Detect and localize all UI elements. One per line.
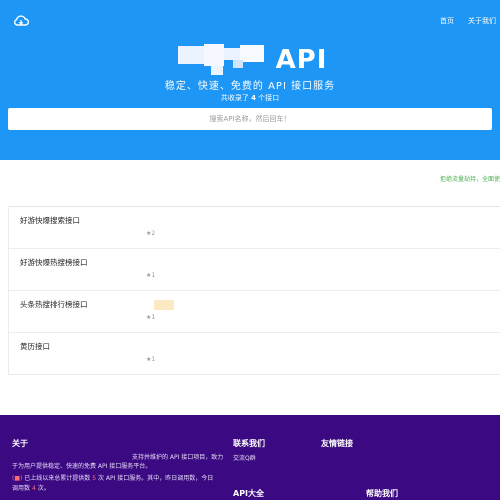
api-item-toutiao-hot[interactable]: 头条热搜排行榜接口 ★1 (9, 291, 500, 333)
api-item-almanac[interactable]: 黄历接口 ★1 (9, 333, 500, 375)
footer-qq-group-link[interactable]: 交流Q群 (233, 453, 256, 462)
brand-text: API (275, 45, 328, 75)
api-list: 好游快爆搜索接口 ★2 好游快爆热搜榜接口 ★1 头条热搜排行榜接口 ★1 黄历… (8, 206, 500, 375)
footer-friends-title: 友情链接 (321, 439, 353, 448)
api-item-stars: ★1 (146, 272, 156, 279)
stats-tag: (■) (12, 475, 23, 482)
top-nav: 首页 关于我们 (440, 16, 500, 26)
brand: API (0, 44, 500, 76)
highlight-mark (154, 300, 174, 310)
footer-help-title: 帮助我们 (366, 489, 398, 498)
api-count: 共收录了 4 个接口 (220, 94, 280, 102)
footer-stats: (■) 已上线以来总累计提供数 5 次 API 接口服务。其中，昨日调用数，今日… (12, 475, 214, 492)
api-item-stars: ★1 (146, 314, 156, 321)
api-item-stars: ★1 (146, 356, 156, 363)
footer-contact-title: 联系我们 (233, 439, 265, 448)
api-item-haoyou-search[interactable]: 好游快爆搜索接口 ★2 (9, 207, 500, 249)
api-item-stars: ★2 (146, 230, 156, 237)
api-item-title: 头条热搜排行榜接口 (20, 300, 88, 309)
hero-banner: 首页 关于我们 API 稳定、快速、免费的 API 接口服务 共收录了 4 个接… (0, 0, 500, 160)
footer-about-line2: 于为用户提供稳定、快速的免费 API 接口服务平台。 (12, 463, 152, 470)
search-input[interactable] (8, 108, 492, 130)
brand-logo-mosaic (173, 44, 268, 76)
nav-home[interactable]: 首页 (440, 16, 454, 26)
footer-apis-title: API大全 (233, 489, 265, 498)
notice-marquee: 拒绝流量劫持，全面使 (439, 176, 500, 183)
footer-about-title: 关于 (12, 439, 28, 448)
slogan: 稳定、快速、免费的 API 接口服务 (164, 81, 336, 92)
nav-about[interactable]: 关于我们 (468, 16, 496, 26)
api-item-title: 好游快爆搜索接口 (20, 216, 80, 225)
footer: 关于 支持并维护的 API 接口项目，致力 于为用户提供稳定、快速的免费 API… (0, 415, 500, 500)
api-item-haoyou-hot[interactable]: 好游快爆热搜榜接口 ★1 (9, 249, 500, 291)
api-item-title: 黄历接口 (20, 342, 50, 351)
api-item-title: 好游快爆热搜榜接口 (20, 258, 88, 267)
cloud-icon[interactable] (13, 13, 29, 27)
